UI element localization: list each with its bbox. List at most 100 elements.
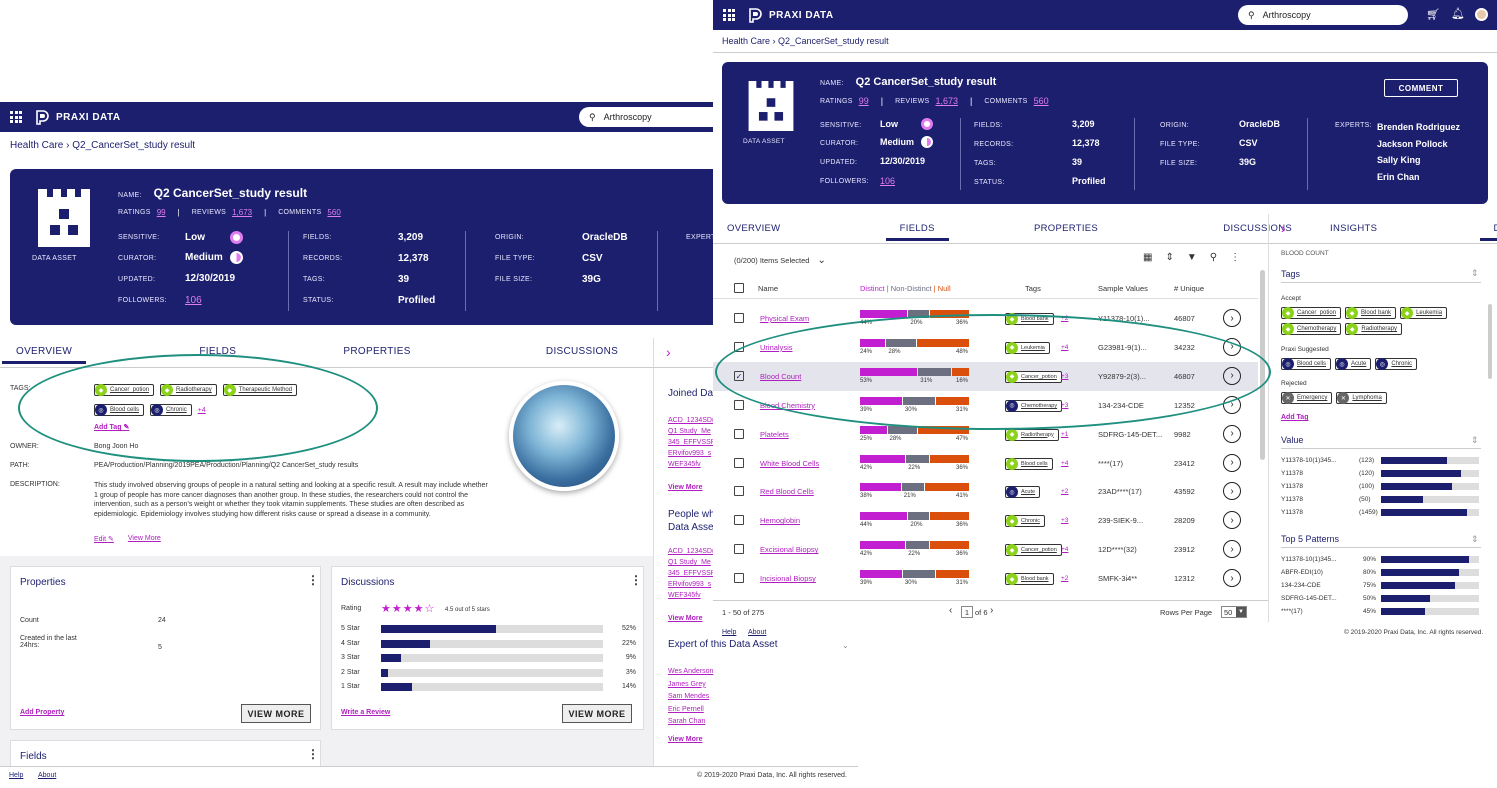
chevron-down-icon[interactable]: ⌄ <box>842 641 849 650</box>
col-name[interactable]: Name <box>758 284 778 293</box>
row-checkbox[interactable] <box>734 428 744 439</box>
grid-view-icon[interactable]: ▦ <box>1143 252 1152 263</box>
comments-value[interactable]: 560 <box>1034 96 1049 106</box>
expert-link[interactable]: Sarah Chan <box>668 716 713 729</box>
col-tags[interactable]: Tags <box>1025 284 1041 293</box>
tag-chip[interactable]: ◆ Blood bank <box>1345 307 1397 319</box>
more-tags-link[interactable]: +4 <box>1061 546 1068 553</box>
people-link[interactable]: WEF345fv <box>668 590 717 601</box>
tag-chip[interactable]: ◎ Chronic <box>1375 358 1418 370</box>
filter-icon[interactable]: ▼ <box>1187 252 1197 263</box>
row-checkbox[interactable] <box>734 544 744 555</box>
tab-fields[interactable]: FIELDS <box>886 223 949 234</box>
joined-link[interactable]: 345_EFFVSSPf <box>668 437 717 448</box>
expert-link[interactable]: Eric Pernell <box>668 704 713 717</box>
field-name-link[interactable]: Red Blood Cells <box>760 487 814 496</box>
tag-chip[interactable]: ◆ Chronic <box>1005 515 1045 528</box>
chevron-right-icon[interactable]: › <box>1223 424 1241 443</box>
selection-dropdown[interactable]: (0/200) Items Selected ⌄ <box>734 255 826 266</box>
tab-discussions[interactable]: DISCUSSIONS <box>532 346 632 357</box>
about-link[interactable]: About <box>748 629 766 636</box>
tab-properties[interactable]: PROPERTIES <box>1020 223 1112 234</box>
expert-link[interactable]: Sam Mendes <box>668 691 713 704</box>
more-tags-link[interactable]: +2 <box>1061 575 1068 582</box>
more-tags-link[interactable]: +4 <box>1061 460 1068 467</box>
cart-icon[interactable]: 🛒︎ <box>1426 8 1440 21</box>
sort-icon[interactable]: ⇕ <box>1165 252 1173 263</box>
followers-value[interactable]: 106 <box>185 295 202 306</box>
chevron-right-icon[interactable]: › <box>666 344 671 360</box>
chevron-right-icon[interactable]: › <box>1281 220 1286 236</box>
edit-link[interactable]: Edit ✎ <box>94 535 114 543</box>
followers-value[interactable]: 106 <box>880 176 895 186</box>
col-sample[interactable]: Sample Values <box>1098 284 1148 293</box>
tag-chip[interactable]: ◆ Cancer_potion <box>1281 307 1342 319</box>
row-checkbox[interactable] <box>734 573 744 584</box>
add-property-link[interactable]: Add Property <box>20 709 64 716</box>
people-view-more[interactable]: View More <box>668 615 703 622</box>
sort-icon[interactable]: ⇕ <box>1471 268 1479 279</box>
tag-chip[interactable]: ◆ Leukemia <box>1400 307 1448 319</box>
tag-chip[interactable]: ◆ Blood cells <box>1005 457 1053 470</box>
tag-chip[interactable]: ◎ Acute <box>1005 486 1041 499</box>
comments-value[interactable]: 560 <box>327 208 340 217</box>
table-row[interactable]: Excisional Biopsy 42% 22% 36% ◆ Cancer_potion… <box>713 535 1258 564</box>
next-page-icon[interactable]: › <box>990 605 993 616</box>
chevron-right-icon[interactable]: › <box>1223 482 1241 501</box>
avatar[interactable] <box>1475 8 1488 21</box>
logo[interactable]: PRAXI DATA <box>34 109 121 125</box>
row-checkbox[interactable] <box>734 486 744 497</box>
breadcrumb[interactable]: Health Care › Q2_CancerSet_study result <box>722 36 889 46</box>
chevron-right-icon[interactable]: › <box>1223 309 1241 327</box>
chevron-right-icon[interactable]: › <box>1223 569 1241 588</box>
expert-view-more[interactable]: View More <box>668 736 703 743</box>
chevron-right-icon[interactable]: › <box>1223 540 1241 559</box>
tag-chip[interactable]: ✕ Emergency <box>1281 392 1333 404</box>
table-row[interactable]: White Blood Cells 42% 22% 36% ◆ Blood cells +4… <box>713 449 1258 478</box>
page-input[interactable]: 1 <box>961 606 973 618</box>
field-name-link[interactable]: Incisional Biopsy <box>760 574 816 583</box>
sort-icon[interactable]: ⇕ <box>1471 435 1479 446</box>
tag-chip[interactable]: ◆ Radiotherapy <box>1345 323 1403 335</box>
add-tag-link[interactable]: Add Tag <box>1281 414 1308 421</box>
logo[interactable]: PRAXI DATA <box>747 7 834 23</box>
field-name-link[interactable]: Hemoglobin <box>760 516 800 525</box>
joined-link[interactable]: ACD_1234SD( <box>668 415 717 426</box>
field-name-link[interactable]: Physical Exam <box>760 314 809 323</box>
table-row[interactable]: Incisional Biopsy 39% 30% 31% ◆ Blood bank +2 S… <box>713 564 1258 593</box>
people-link[interactable]: 345_EFFVSSPf <box>668 568 717 579</box>
description-view-more[interactable]: View More <box>128 535 161 543</box>
tag-chip[interactable]: ◆ Blood bank <box>1005 573 1054 586</box>
expert-link[interactable]: James Grey <box>668 679 713 692</box>
joined-link[interactable]: WEF345fv <box>668 459 717 470</box>
tab-overview[interactable]: OVERVIEW <box>713 223 794 234</box>
reviews-value[interactable]: 1,673 <box>935 96 958 106</box>
discussions-view-more-button[interactable]: VIEW MORE <box>562 704 632 723</box>
chevron-right-icon[interactable]: › <box>1223 511 1241 530</box>
tag-chip[interactable]: ◆ Radiotherapy <box>1005 428 1059 441</box>
properties-view-more-button[interactable]: VIEW MORE <box>241 704 311 723</box>
prev-page-icon[interactable]: ‹ <box>949 605 952 616</box>
apps-grid-icon[interactable] <box>10 111 22 123</box>
row-checkbox[interactable] <box>734 457 744 468</box>
comment-button[interactable]: COMMENT <box>1384 79 1458 97</box>
more-vert-icon[interactable]: ⋮ <box>630 573 642 587</box>
field-name-link[interactable]: White Blood Cells <box>760 459 819 468</box>
more-vert-icon[interactable]: ⋮ <box>307 747 319 761</box>
more-tags-link[interactable]: +2 <box>1061 488 1068 495</box>
more-vert-icon[interactable]: ⋮ <box>307 573 319 587</box>
row-checkbox[interactable] <box>734 515 744 526</box>
about-link[interactable]: About <box>38 772 56 779</box>
row-checkbox[interactable] <box>734 399 744 410</box>
ratings-value[interactable]: 99 <box>157 208 166 217</box>
more-tags-link[interactable]: +1 <box>1061 431 1068 438</box>
tab-overview[interactable]: OVERVIEW <box>2 346 86 357</box>
breadcrumb[interactable]: Health Care › Q2_CancerSet_study result <box>10 140 195 151</box>
bell-icon[interactable]: 🔔︎ <box>1451 7 1465 20</box>
write-review-link[interactable]: Write a Review <box>341 709 390 716</box>
help-link[interactable]: Help <box>722 629 736 636</box>
reviews-value[interactable]: 1,673 <box>232 208 252 217</box>
search-input[interactable]: ⚲ Arthroscopy <box>1238 5 1408 25</box>
tab-details[interactable]: DETAILS <box>1480 223 1497 234</box>
help-link[interactable]: Help <box>9 772 23 779</box>
